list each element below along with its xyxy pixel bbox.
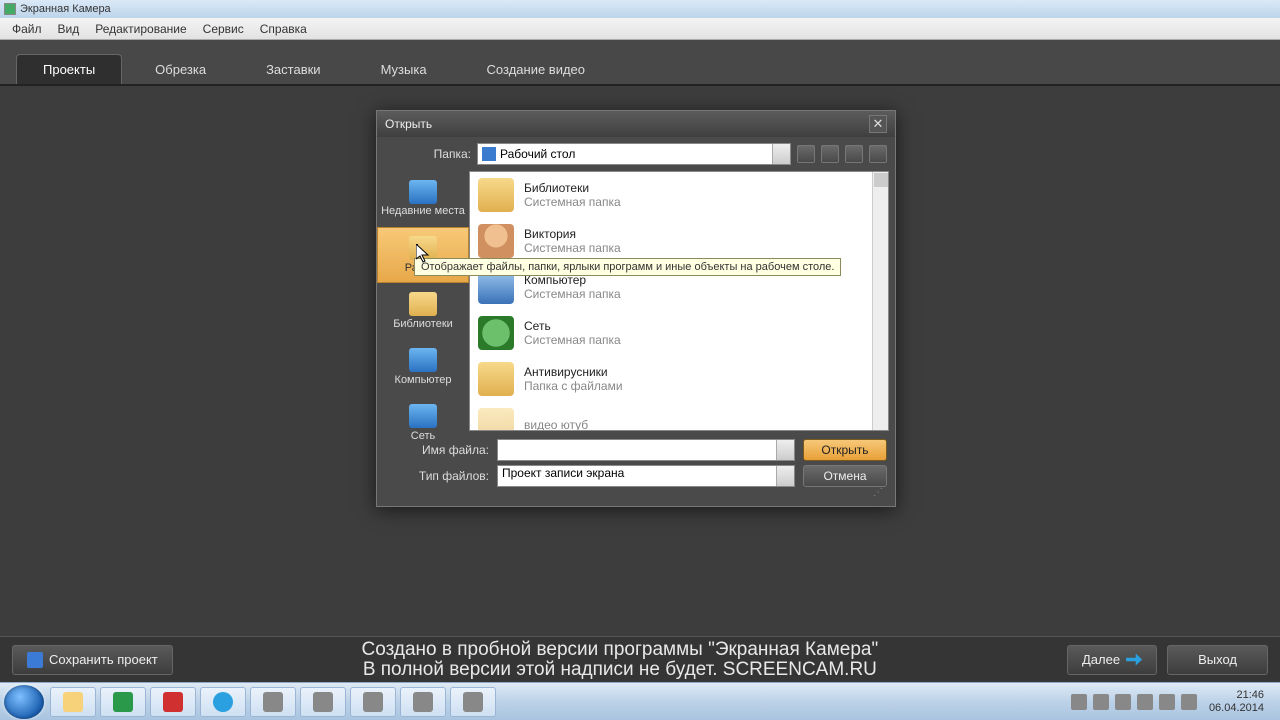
user-icon <box>478 224 514 258</box>
tab-createvideo[interactable]: Создание видео <box>460 54 612 84</box>
chevron-down-icon[interactable] <box>776 440 794 460</box>
dialog-titlebar[interactable]: Открыть ✕ <box>377 111 895 137</box>
resize-grip[interactable]: ⋰ <box>385 487 887 498</box>
dialog-toolbar <box>797 145 887 163</box>
taskbar-explorer[interactable] <box>50 687 96 717</box>
app-icon <box>463 692 483 712</box>
places-bar: Недавние места Рабо… Библиотеки Компьюте… <box>377 171 469 431</box>
window-titlebar: Экранная Камера <box>0 0 1280 18</box>
window-title: Экранная Камера <box>20 3 111 15</box>
folder-icon <box>478 408 514 431</box>
menu-help[interactable]: Справка <box>252 20 315 38</box>
taskbar-app[interactable] <box>400 687 446 717</box>
list-item[interactable]: СетьСистемная папка <box>470 310 888 356</box>
open-dialog: Открыть ✕ Папка: Рабочий стол Недавние м… <box>376 110 896 507</box>
app-icon <box>413 692 433 712</box>
menu-view[interactable]: Вид <box>50 20 88 38</box>
place-computer[interactable]: Компьютер <box>377 339 469 395</box>
taskbar-app[interactable] <box>150 687 196 717</box>
exit-button[interactable]: Выход <box>1167 645 1268 675</box>
place-libraries[interactable]: Библиотеки <box>377 283 469 339</box>
save-project-button[interactable]: Сохранить проект <box>12 645 173 675</box>
cancel-button[interactable]: Отмена <box>803 465 887 487</box>
views-icon[interactable] <box>869 145 887 163</box>
tab-projects[interactable]: Проекты <box>16 54 122 84</box>
newfolder-icon[interactable] <box>845 145 863 163</box>
libraries-icon <box>409 292 437 316</box>
chevron-down-icon[interactable] <box>776 466 794 486</box>
desktop-icon <box>482 147 496 161</box>
tab-crop[interactable]: Обрезка <box>128 54 233 84</box>
scrollbar[interactable] <box>872 172 888 430</box>
tray-icon[interactable] <box>1181 694 1197 710</box>
filetype-select[interactable]: Проект записи экрана <box>497 465 795 487</box>
tab-music[interactable]: Музыка <box>354 54 454 84</box>
place-recent[interactable]: Недавние места <box>377 171 469 227</box>
computer-icon <box>409 348 437 372</box>
network-icon <box>409 404 437 428</box>
skype-icon <box>213 692 233 712</box>
dialog-title: Открыть <box>385 117 432 131</box>
menu-edit[interactable]: Редактирование <box>87 20 194 38</box>
taskbar-app[interactable] <box>250 687 296 717</box>
open-button[interactable]: Открыть <box>803 439 887 461</box>
app-icon <box>263 692 283 712</box>
back-icon[interactable] <box>797 145 815 163</box>
explorer-icon <box>63 692 83 712</box>
tray-icon[interactable] <box>1137 694 1153 710</box>
save-icon <box>27 652 43 668</box>
tray-icon[interactable] <box>1159 694 1175 710</box>
filename-input[interactable] <box>497 439 795 461</box>
bottom-bar: Сохранить проект Создано в пробной верси… <box>0 636 1280 682</box>
tabbar: Проекты Обрезка Заставки Музыка Создание… <box>0 40 1280 86</box>
list-item[interactable]: АнтивирусникиПапка с файлами <box>470 356 888 402</box>
close-icon[interactable]: ✕ <box>869 115 887 133</box>
up-icon[interactable] <box>821 145 839 163</box>
trial-watermark: Создано в пробной версии программы "Экра… <box>173 640 1067 680</box>
tray-icon[interactable] <box>1115 694 1131 710</box>
app-red-icon <box>163 692 183 712</box>
tray-icon[interactable] <box>1071 694 1087 710</box>
folder-label: Папка: <box>385 147 471 161</box>
app-icon <box>363 692 383 712</box>
next-button[interactable]: Далее <box>1067 645 1157 675</box>
folder-icon <box>478 362 514 396</box>
app-icon <box>4 3 16 15</box>
taskbar: 21:46 06.04.2014 <box>0 682 1280 720</box>
list-item[interactable]: БиблиотекиСистемная папка <box>470 172 888 218</box>
globe-icon <box>478 316 514 350</box>
menu-service[interactable]: Сервис <box>195 20 252 38</box>
folder-value: Рабочий стол <box>500 147 575 161</box>
filename-label: Имя файла: <box>385 443 489 457</box>
cursor-icon <box>416 244 430 264</box>
recent-icon <box>409 180 437 204</box>
tray-icon[interactable] <box>1093 694 1109 710</box>
taskbar-clock[interactable]: 21:46 06.04.2014 <box>1203 689 1270 713</box>
taskbar-app[interactable] <box>300 687 346 717</box>
tab-intros[interactable]: Заставки <box>239 54 347 84</box>
tooltip: Отображает файлы, папки, ярлыки программ… <box>414 258 841 276</box>
arrow-right-icon <box>1126 654 1142 666</box>
list-item[interactable]: видео ютуб <box>470 402 888 431</box>
app-green-icon <box>113 692 133 712</box>
folder-combo[interactable]: Рабочий стол <box>477 143 791 165</box>
folder-icon <box>478 178 514 212</box>
system-tray: 21:46 06.04.2014 <box>1071 689 1276 713</box>
chevron-down-icon[interactable] <box>772 144 790 164</box>
taskbar-app[interactable] <box>350 687 396 717</box>
taskbar-skype[interactable] <box>200 687 246 717</box>
menu-file[interactable]: Файл <box>4 20 50 38</box>
filetype-label: Тип файлов: <box>385 469 489 483</box>
taskbar-app[interactable] <box>100 687 146 717</box>
taskbar-app[interactable] <box>450 687 496 717</box>
file-list[interactable]: БиблиотекиСистемная папка ВикторияСистем… <box>469 171 889 431</box>
menubar: Файл Вид Редактирование Сервис Справка <box>0 18 1280 40</box>
app-icon <box>313 692 333 712</box>
start-button[interactable] <box>4 685 44 719</box>
